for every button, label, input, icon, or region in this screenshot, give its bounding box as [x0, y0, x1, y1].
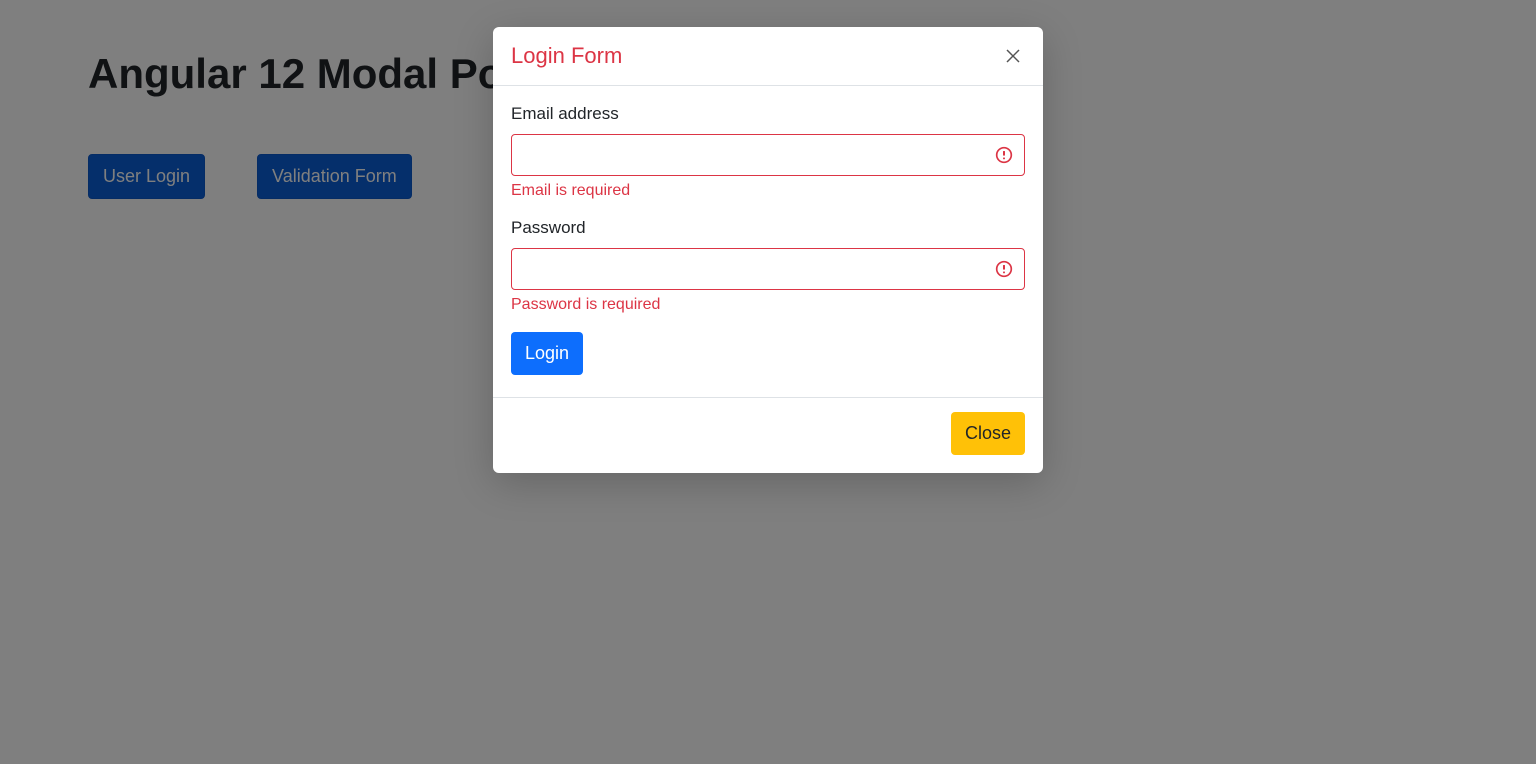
password-label: Password: [511, 218, 1025, 238]
email-field[interactable]: [511, 134, 1025, 176]
password-input-wrap: [511, 248, 1025, 290]
password-form-group: Password Password is required: [511, 218, 1025, 314]
close-button[interactable]: Close: [951, 412, 1025, 455]
email-input-wrap: [511, 134, 1025, 176]
email-label: Email address: [511, 104, 1025, 124]
close-icon: [1005, 48, 1021, 64]
modal-footer: Close: [493, 397, 1043, 473]
email-form-group: Email address Email is required: [511, 104, 1025, 200]
error-icon: [995, 146, 1013, 164]
modal-header: Login Form: [493, 27, 1043, 86]
password-error: Password is required: [511, 296, 1025, 314]
login-modal: Login Form Email address Email is requir…: [493, 27, 1043, 473]
password-field[interactable]: [511, 248, 1025, 290]
modal-close-button[interactable]: [1001, 44, 1025, 68]
error-icon: [995, 260, 1013, 278]
modal-body: Email address Email is required Password: [493, 86, 1043, 397]
login-button[interactable]: Login: [511, 332, 583, 375]
email-error: Email is required: [511, 182, 1025, 200]
modal-title: Login Form: [511, 43, 622, 69]
